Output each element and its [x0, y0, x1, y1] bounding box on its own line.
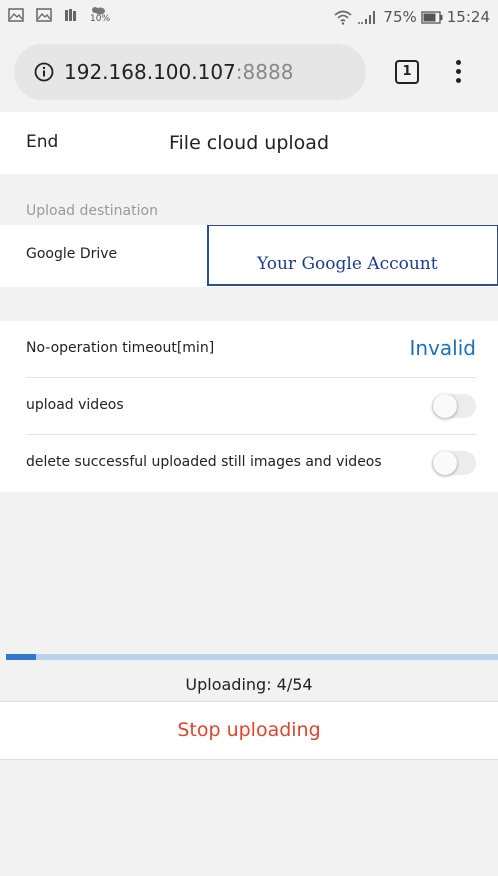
settings-list: No-operation timeout[min] Invalid upload…	[0, 321, 498, 492]
google-drive-label: Google Drive	[26, 246, 118, 262]
toggle-knob	[433, 394, 457, 418]
page-title: File cloud upload	[168, 132, 330, 154]
signal-icon	[358, 11, 376, 24]
stop-uploading-row: Stop uploading	[0, 701, 498, 760]
timeout-row[interactable]: No-operation timeout[min] Invalid	[0, 321, 498, 378]
upload-status-text: Uploading: 4/54	[185, 675, 313, 694]
browser-toolbar: 192.168.100.107:8888 1	[0, 34, 498, 112]
delete-uploaded-label: delete successful uploaded still images …	[26, 454, 382, 470]
google-drive-row[interactable]: Google Drive Your Google Account	[0, 225, 498, 287]
tab-switcher-button[interactable]: 1	[395, 60, 419, 84]
image-icon	[36, 8, 52, 22]
weather-percent: 10%	[90, 14, 111, 24]
upload-videos-label: upload videos	[26, 397, 124, 413]
timeout-label: No-operation timeout[min]	[26, 340, 215, 356]
image-icon	[8, 8, 24, 22]
status-bar: 10% 75% 15:24	[0, 0, 498, 34]
url-text: 192.168.100.107:8888	[64, 60, 293, 84]
toggle-knob	[433, 451, 457, 475]
timeout-value[interactable]: Invalid	[410, 336, 476, 360]
app-header: End File cloud upload	[0, 112, 498, 174]
book-icon	[65, 9, 76, 21]
battery-icon	[421, 10, 443, 24]
url-port: :8888	[235, 60, 294, 84]
upload-videos-row: upload videos	[0, 378, 498, 435]
stop-uploading-button[interactable]: Stop uploading	[0, 719, 498, 741]
upload-destination-label: Upload destination	[26, 203, 158, 219]
battery-percent: 75%	[383, 8, 417, 26]
wifi-icon	[334, 10, 352, 25]
url-host: 192.168.100.107	[64, 60, 236, 84]
upload-status: Uploading: 4/54	[0, 660, 498, 701]
weather-indicator: 10%	[90, 6, 110, 24]
system-indicators: 75% 15:24	[333, 8, 490, 26]
account-text: Your Google Account	[257, 254, 438, 274]
more-vert-icon[interactable]	[454, 60, 462, 86]
delete-uploaded-row: delete successful uploaded still images …	[0, 435, 498, 492]
delete-uploaded-toggle[interactable]	[432, 451, 476, 475]
upload-videos-toggle[interactable]	[432, 394, 476, 418]
notification-icons: 10%	[8, 6, 110, 24]
clock: 15:24	[446, 8, 490, 26]
info-icon[interactable]	[34, 62, 54, 82]
account-box[interactable]: Your Google Account	[207, 225, 498, 286]
address-bar[interactable]: 192.168.100.107:8888	[14, 44, 366, 100]
